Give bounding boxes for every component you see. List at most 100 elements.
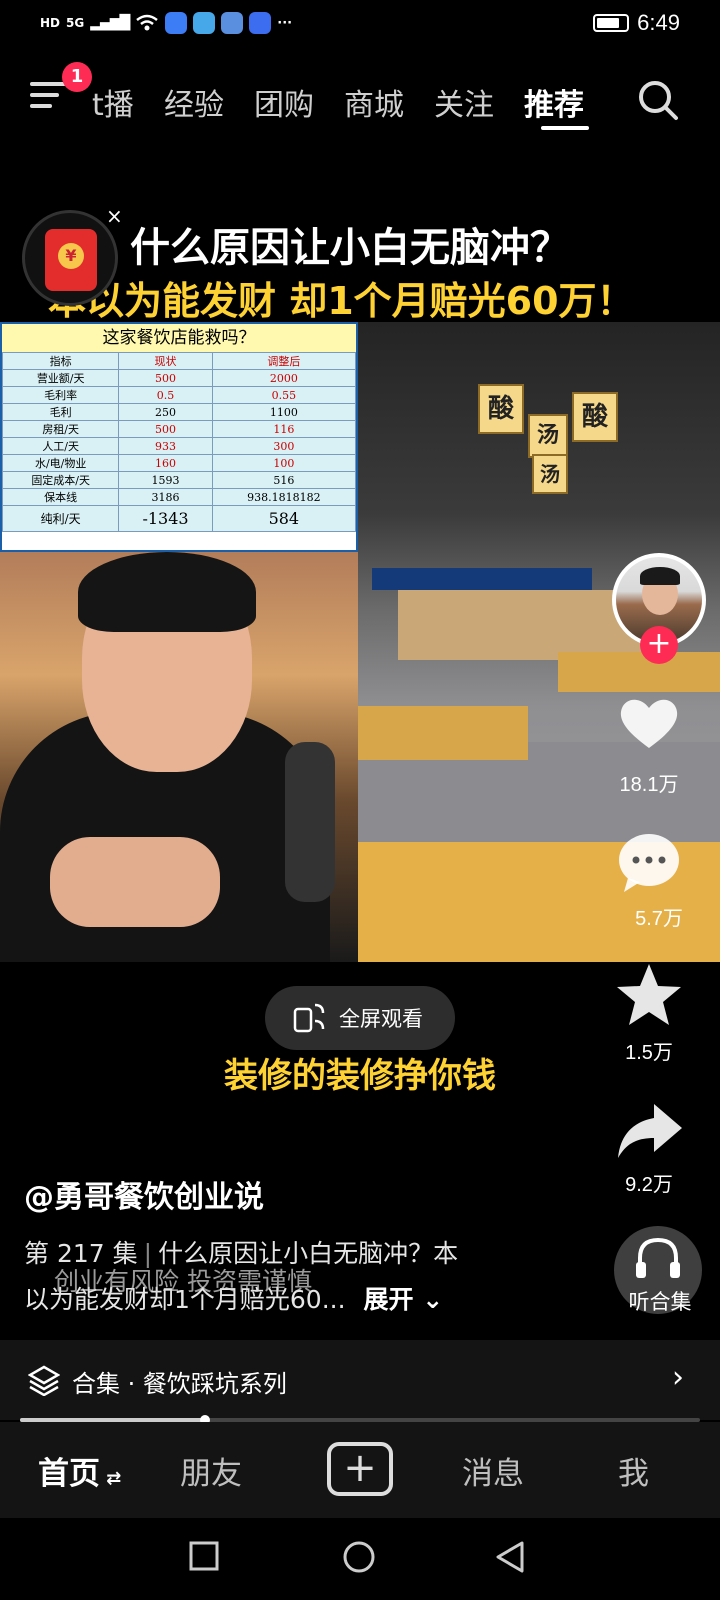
table-row: 人工/天 933 300 [1,437,357,455]
shop-sign [372,568,592,590]
comment-count: 5.7万 [635,908,683,930]
table-row: 毛利率 0.5 0.55 [1,386,357,404]
star-icon[interactable] [614,960,684,1030]
close-icon[interactable]: × [106,204,123,228]
back-button-icon[interactable] [494,1540,526,1574]
table-cell: 584 [211,505,357,532]
menu-icon[interactable] [30,82,66,112]
video-subtitle: 装修的装修挣你钱 [224,1056,496,1096]
battery-icon [593,14,630,32]
table-row: 房租/天 500 116 [1,420,357,438]
table-cell: 人工/天 [1,437,120,455]
table-cell: 房租/天 [1,420,120,438]
active-tab-indicator [541,126,589,130]
heart-icon[interactable] [614,688,684,758]
table-cell: 500 [118,369,213,387]
chevron-right-icon: › [672,1360,684,1395]
risk-disclaimer: 创业有风险 投资需谨慎 [54,1267,312,1296]
create-button[interactable]: + [327,1442,393,1496]
table-cell: 纯利/天 [1,505,120,532]
video-caption-line2: 本以为能发财 却1个月赔光60万！ [48,279,635,323]
table-cell: 300 [211,437,357,455]
fullscreen-icon [293,1003,325,1033]
table-cell: 0.55 [211,386,357,404]
red-packet-widget[interactable]: ¥ [22,210,118,306]
table-cell: 1100 [211,403,357,421]
table-header: 指标 [1,352,120,370]
finance-table: 指标 现状 调整后 营业额/天 500 2000 毛利率 0.5 0.55 毛利 250 1… [1,352,357,532]
table-row: 水/电/物业 160 100 [1,454,357,472]
coin-icon: ¥ [58,243,84,269]
app-notification-icon [249,12,272,34]
fullscreen-button[interactable]: 全屏观看 [265,986,455,1050]
lantern-sign: 汤 [528,414,568,458]
table-cell: 933 [118,437,213,455]
table-cell: 100 [211,454,357,472]
video-caption-line1: 什么原因让小白无脑冲？ [130,225,570,271]
nav-home[interactable]: 首页 ⇄ [38,1448,121,1493]
refresh-icon: ⇄ [100,1468,122,1489]
network-type: 5G [66,16,85,30]
like-count: 18.1万 [619,774,679,796]
search-icon[interactable] [636,78,680,122]
app-notification-icon [193,12,216,34]
table-cell: 水/电/物业 [1,454,120,472]
table-cell: 116 [211,420,357,438]
table-row: 毛利 250 1100 [1,403,357,421]
hd-indicator: HD [40,16,61,30]
signal-icon: ▂▄▆█ [90,15,130,31]
table-cell: 1593 [118,471,213,489]
table-header: 调整后 [211,352,357,370]
clock: 6:49 [637,10,680,35]
table-cell: 营业额/天 [1,369,120,387]
microphone-icon [285,742,335,902]
nav-messages[interactable]: 消息 [462,1448,524,1493]
table-header-row: 指标 现状 调整后 [1,352,357,370]
app-notification-icon [165,12,188,34]
tab-mall[interactable]: 商城 [344,80,404,124]
table-row: 营业额/天 500 2000 [1,369,357,387]
tab-live[interactable]: t播 [92,80,134,124]
collection-label: 合集 · 餐饮踩坑系列 [72,1370,287,1398]
author-name[interactable]: @勇哥餐饮创业说 [24,1172,264,1216]
tab-experience[interactable]: 经验 [164,80,224,124]
app-notification-icon [221,12,244,34]
share-icon[interactable] [614,1096,684,1166]
more-notifications: ··· [277,15,293,31]
table-cell: 保本线 [1,488,120,506]
nav-friends[interactable]: 朋友 [180,1448,242,1493]
table-cell: 2000 [211,369,357,387]
table-row: 纯利/天 -1343 584 [1,505,357,532]
wifi-icon [136,14,159,31]
comment-icon[interactable] [614,828,684,898]
nav-me[interactable]: 我 [618,1448,649,1493]
table-row: 固定成本/天 1593 516 [1,471,357,489]
tab-following[interactable]: 关注 [434,80,494,124]
follow-button[interactable]: + [640,626,678,664]
system-nav-bar [0,1518,720,1600]
table-header: 现状 [118,352,213,370]
table-cell: 固定成本/天 [1,471,120,489]
listen-collection-label: 听合集 [628,1290,692,1314]
table-cell: 毛利 [1,403,120,421]
notification-badge: 1 [62,62,92,92]
home-button-icon[interactable] [342,1540,376,1574]
table-cell: 160 [118,454,213,472]
recents-button-icon[interactable] [188,1540,220,1572]
lantern-sign: 酸 [572,392,618,442]
table-cell: 500 [118,420,213,438]
table-cell: 938.1818182 [211,488,357,506]
tab-recommended[interactable]: 推荐 [524,80,584,124]
expand-button[interactable]: 展开 ⌄ [364,1285,444,1314]
table-cell: 毛利率 [1,386,120,404]
collection-bar[interactable]: 合集 · 餐饮踩坑系列 › [0,1340,720,1420]
layers-icon [28,1365,60,1396]
fullscreen-label: 全屏观看 [339,1007,423,1031]
bottom-nav: 首页 ⇄ 朋友 + 消息 我 [0,1422,720,1518]
tab-group-buy[interactable]: 团购 [254,80,314,124]
table-furniture [558,652,720,692]
presenter-image [0,552,358,962]
table-row: 保本线 3186 938.1818182 [1,488,357,506]
status-bar: HD 5G ▂▄▆█ ··· 6:49 [0,0,720,48]
chevron-down-icon: ⌄ [413,1285,444,1314]
